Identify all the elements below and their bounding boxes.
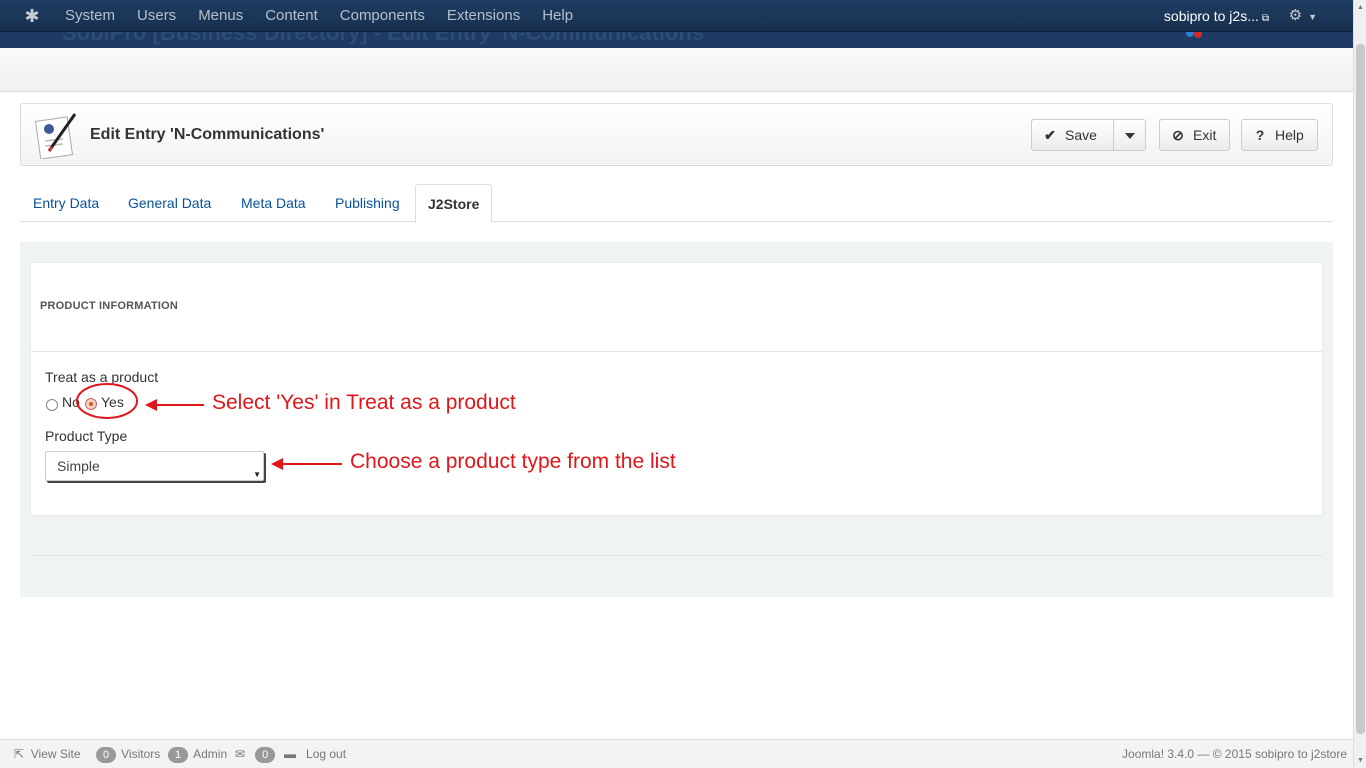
site-name: sobipro to j2s...: [1163, 8, 1259, 24]
menu-components[interactable]: Components: [329, 0, 436, 32]
copyright: Joomla! 3.4.0 — © 2015 sobipro to j2stor…: [1122, 747, 1347, 761]
menu-system[interactable]: System: [54, 0, 126, 32]
header-band: SobiPro [Business Directory] - Edit Entr…: [0, 32, 1353, 48]
view-site-label: View Site: [30, 747, 81, 761]
treat-as-product-label: Treat as a product: [45, 369, 159, 385]
treat-yes-radio[interactable]: [85, 398, 97, 410]
messages-count: 0: [255, 747, 276, 763]
scroll-down-icon[interactable]: ▼: [1357, 757, 1364, 764]
help-button[interactable]: ? Help: [1241, 119, 1318, 151]
annotation-type-hint: Choose a product type from the list: [350, 450, 676, 473]
scroll-up-icon[interactable]: ▲: [1357, 4, 1364, 11]
admin-count: 1: [168, 747, 189, 763]
menu-menus[interactable]: Menus: [187, 0, 254, 32]
product-type-select[interactable]: Simple ▼: [45, 451, 264, 481]
visitors-label: Visitors: [121, 747, 161, 761]
save-label: Save: [1065, 127, 1097, 143]
question-icon: ?: [1255, 127, 1265, 143]
header-logo-icon: [1186, 32, 1202, 38]
help-label: Help: [1275, 127, 1304, 143]
menu-help[interactable]: Help: [531, 0, 584, 32]
j2store-panel: PRODUCT INFORMATION Treat as a product N…: [20, 242, 1333, 597]
visitors-count: 0: [96, 747, 117, 763]
menu-content[interactable]: Content: [254, 0, 329, 32]
scrollbar-thumb[interactable]: [1356, 44, 1365, 734]
annotation-yes-hint: Select 'Yes' in Treat as a product: [212, 391, 516, 414]
admin-menu: System Users Menus Content Components Ex…: [54, 0, 584, 32]
external-link-icon: ⧉: [1261, 13, 1269, 24]
product-info-card: PRODUCT INFORMATION Treat as a product N…: [30, 262, 1323, 516]
check-icon: ✔: [1044, 127, 1056, 143]
admin-status: 1 Admin: [168, 740, 227, 768]
exit-button[interactable]: ⊘ Exit: [1159, 119, 1230, 151]
product-type-label: Product Type: [45, 428, 128, 444]
tab-j2store[interactable]: J2Store: [415, 184, 493, 223]
entry-tabs: Entry Data General Data Meta Data Publis…: [20, 184, 1333, 223]
select-arrow-icon: ▼: [253, 470, 261, 479]
page-header-title: SobiPro [Business Directory] - Edit Entr…: [62, 32, 710, 45]
settings-dropdown[interactable]: ⚙ ▼: [1289, 0, 1317, 33]
divider: [31, 351, 1322, 352]
section-title: PRODUCT INFORMATION: [40, 300, 179, 312]
edit-entry-icon: [35, 113, 77, 159]
tab-entry-data[interactable]: Entry Data: [33, 184, 99, 222]
joomla-logo-icon[interactable]: ✱: [22, 6, 42, 26]
view-site-link[interactable]: ⇱ View Site: [14, 740, 81, 768]
site-link[interactable]: sobipro to j2s... ⧉: [1164, 0, 1269, 35]
tab-general-data[interactable]: General Data: [128, 184, 211, 222]
toolbar: Edit Entry 'N-Communications' ✔ Save ⊘ Exi…: [20, 103, 1333, 166]
status-bar: ⇱ View Site 0 Visitors 1 Admin ✉ 0 ▬ Log o…: [0, 739, 1353, 768]
chevron-down-icon: ▼: [1308, 12, 1317, 22]
envelope-icon: ✉: [235, 747, 246, 761]
subheader: [0, 48, 1353, 92]
menu-extensions[interactable]: Extensions: [436, 0, 531, 32]
visitors-status: 0 Visitors: [96, 740, 160, 768]
product-type-value: Simple: [57, 458, 100, 474]
external-link-icon: ⇱: [14, 747, 25, 761]
messages-status[interactable]: ✉ 0: [235, 740, 280, 768]
treat-no-radio[interactable]: [46, 399, 58, 411]
cancel-icon: ⊘: [1172, 127, 1184, 143]
chevron-down-icon: [1124, 133, 1135, 140]
treat-yes-label[interactable]: Yes: [101, 394, 124, 410]
tab-publishing[interactable]: Publishing: [335, 184, 400, 222]
menu-users[interactable]: Users: [126, 0, 187, 32]
divider: [30, 555, 1323, 556]
page-title: Edit Entry 'N-Communications': [90, 126, 325, 143]
gear-icon: ⚙: [1288, 7, 1303, 24]
save-button[interactable]: ✔ Save: [1031, 119, 1114, 151]
treat-no-label[interactable]: No: [62, 394, 80, 410]
exit-label: Exit: [1193, 127, 1217, 143]
tab-meta-data[interactable]: Meta Data: [241, 184, 306, 222]
admin-navbar: ✱ System Users Menus Content Components …: [0, 0, 1353, 32]
page-scrollbar[interactable]: ▲ ▼: [1353, 0, 1366, 768]
admin-label: Admin: [193, 747, 228, 761]
logout-icon: ▬: [284, 747, 296, 761]
save-options-dropdown[interactable]: [1113, 119, 1146, 151]
logout-link[interactable]: ▬ Log out: [284, 740, 346, 768]
logout-label: Log out: [306, 747, 347, 761]
